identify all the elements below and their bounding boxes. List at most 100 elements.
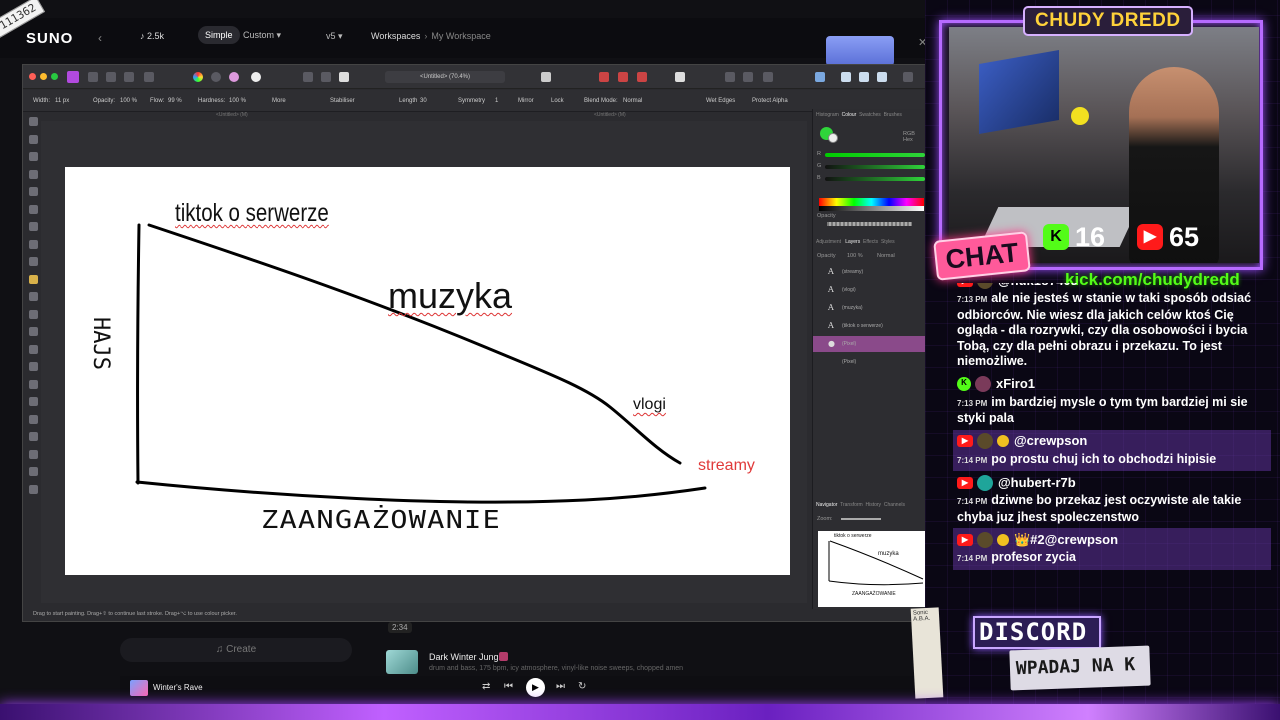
mode-simple-tab[interactable]: Simple — [198, 26, 240, 44]
flow-field[interactable]: 99 % — [168, 98, 182, 104]
document-tab-right[interactable]: <Untitled> (M) — [594, 112, 626, 118]
panel-tab-brushes[interactable]: Brushes — [884, 112, 902, 118]
layer-row[interactable]: A (vlogi) — [813, 282, 926, 298]
assistant-icon[interactable] — [815, 72, 825, 82]
mode-custom-tab[interactable]: Custom ▾ — [236, 26, 288, 45]
create-button[interactable]: ♫ Create — [120, 638, 352, 662]
minimize-window-button[interactable] — [40, 73, 47, 80]
colour-wheel-icon[interactable] — [193, 72, 203, 82]
zoom-slider[interactable] — [841, 518, 881, 520]
selection-icon[interactable] — [303, 72, 313, 82]
cover-thumbnail[interactable] — [826, 36, 894, 66]
pixel-tool-icon[interactable] — [29, 292, 38, 301]
align-icon[interactable] — [743, 72, 753, 82]
snapping-options-icon[interactable] — [618, 72, 628, 82]
levels-icon[interactable] — [211, 72, 221, 82]
breadcrumb-workspaces[interactable]: Workspaces — [371, 31, 420, 41]
layer-row[interactable]: A (muzyka) — [813, 300, 926, 316]
guides-icon[interactable] — [637, 72, 647, 82]
zoom-tool-icon[interactable] — [29, 484, 38, 494]
panel-tab-layers[interactable]: Layers — [845, 239, 860, 245]
panel-tab-history[interactable]: History — [866, 502, 882, 508]
hsl-icon[interactable] — [229, 72, 239, 82]
more-options-icon[interactable] — [903, 72, 913, 82]
smudge-tool-icon[interactable] — [29, 397, 38, 406]
drawing-canvas[interactable]: tiktok o serwerze muzyka vlogi streamy Z… — [65, 167, 790, 575]
share-icon[interactable] — [859, 72, 869, 82]
channel-g-slider[interactable] — [825, 165, 925, 169]
panel-tab-effects[interactable]: Effects — [863, 239, 878, 245]
panel-tab-swatches[interactable]: Swatches — [859, 112, 881, 118]
symmetry-field[interactable]: 1 — [495, 98, 498, 104]
song-title[interactable]: Dark Winter Jungle — [429, 652, 506, 662]
opacity-slider[interactable] — [827, 222, 912, 226]
document-tab-left[interactable]: <Untitled> (M) — [216, 112, 248, 118]
now-playing-cover[interactable] — [130, 680, 148, 696]
pen-tool-icon[interactable] — [29, 414, 38, 424]
layer-blend-select[interactable]: Normal — [877, 253, 895, 259]
colour-mode-select[interactable]: RGB Hex — [903, 131, 925, 143]
move-tool-icon[interactable] — [29, 134, 38, 144]
lock-checkbox[interactable]: Lock — [551, 98, 564, 104]
shape-tool-icon[interactable] — [29, 432, 38, 441]
zoom-window-button[interactable] — [51, 73, 58, 80]
transform-icon[interactable] — [763, 72, 773, 82]
panel-tab-transform[interactable]: Transform — [840, 502, 863, 508]
marquee-tool-icon[interactable] — [29, 222, 38, 231]
panel-tab-colour[interactable]: Colour — [842, 112, 857, 118]
song-cover[interactable] — [386, 650, 418, 674]
layer-row[interactable]: A (streamy) — [813, 264, 926, 280]
panel-tab-histogram[interactable]: Histogram — [816, 112, 839, 118]
now-playing-title[interactable]: Winter's Rave — [153, 683, 203, 692]
liquify-persona-icon[interactable] — [88, 72, 98, 82]
suno-logo[interactable]: SUNO — [26, 30, 73, 47]
dodge-tool-icon[interactable] — [29, 327, 38, 336]
selection-brush-tool-icon[interactable] — [29, 187, 38, 196]
close-window-button[interactable] — [29, 73, 36, 80]
panel-tab-navigator[interactable]: Navigator — [816, 502, 837, 508]
crop-tool-icon[interactable] — [29, 169, 38, 179]
mirror-checkbox[interactable]: Mirror — [518, 98, 534, 104]
view-tool-icon[interactable] — [29, 117, 38, 126]
next-icon[interactable]: ⏭ — [556, 681, 565, 692]
panel-tab-channels[interactable]: Channels — [884, 502, 905, 508]
layer-row-selected[interactable]: ● (Pixel) — [813, 336, 926, 352]
arrange-icon[interactable] — [725, 72, 735, 82]
clone-tool-icon[interactable] — [29, 344, 38, 354]
more-button[interactable]: More — [272, 98, 286, 104]
stabiliser-checkbox[interactable]: Stabiliser — [330, 98, 355, 104]
channel-r-slider[interactable] — [825, 153, 925, 157]
gradient-tool-icon[interactable] — [29, 257, 38, 266]
channel-b-slider[interactable] — [825, 177, 925, 181]
panel-tab-styles[interactable]: Styles — [881, 239, 895, 245]
previous-icon[interactable]: ⏮ — [504, 681, 513, 692]
opacity-field[interactable]: 100 % — [120, 98, 137, 104]
symmetry-checkbox[interactable]: Symmetry — [458, 98, 485, 104]
layer-row[interactable]: (Pixel) — [813, 354, 926, 370]
document-title[interactable]: <Untitled> (70.4%) — [385, 71, 505, 83]
color-picker-tool-icon[interactable] — [29, 152, 38, 161]
wet-edges-checkbox[interactable]: Wet Edges — [706, 98, 735, 104]
play-button[interactable]: ▶ — [526, 678, 545, 697]
length-field[interactable]: 30 — [420, 98, 427, 104]
brush-options-icon[interactable] — [675, 72, 685, 82]
collapse-sidebar-icon[interactable]: ‹ — [98, 31, 102, 45]
hardness-field[interactable]: 100 % — [229, 98, 246, 104]
export-icon[interactable] — [877, 72, 887, 82]
layer-opacity-field[interactable]: 100 % — [847, 253, 863, 259]
marquee-icon[interactable] — [321, 72, 331, 82]
panel-tab-adjustment[interactable]: Adjustment — [816, 239, 841, 245]
studio-icon[interactable] — [841, 72, 851, 82]
mesh-warp-tool-icon[interactable] — [29, 467, 38, 476]
protect-alpha-checkbox[interactable]: Protect Alpha — [752, 98, 788, 104]
blend-mode-select[interactable]: Normal — [623, 98, 642, 104]
healing-tool-icon[interactable] — [29, 362, 38, 371]
white-balance-icon[interactable] — [251, 72, 261, 82]
paint-brush-tool-icon[interactable] — [29, 274, 38, 284]
tone-map-persona-icon[interactable] — [124, 72, 134, 82]
quick-mask-icon[interactable] — [339, 72, 349, 82]
view-mode-icon[interactable] — [541, 72, 551, 82]
width-field[interactable]: 11 px — [55, 98, 69, 104]
app-persona-icon[interactable] — [67, 71, 79, 83]
erase-tool-icon[interactable] — [29, 309, 38, 319]
